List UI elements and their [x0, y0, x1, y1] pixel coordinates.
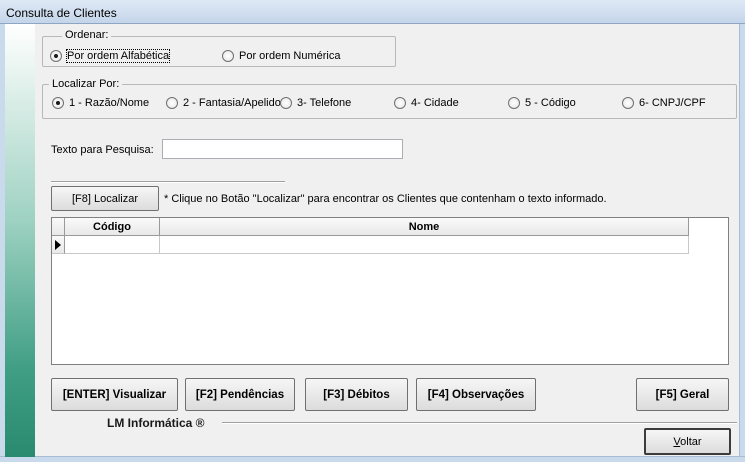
debitos-button[interactable]: [F3] Débitos	[305, 378, 408, 411]
grid-header: Código Nome	[52, 218, 689, 236]
radio-cnpj-cpf[interactable]: 6- CNPJ/CPF	[622, 97, 706, 109]
radio-telefone[interactable]: 3- Telefone	[280, 97, 351, 109]
search-input[interactable]	[162, 139, 403, 159]
voltar-label: Voltar	[673, 436, 701, 448]
radio-fantasia-apelido[interactable]: 2 - Fantasia/Apelido	[166, 97, 281, 109]
cell-codigo[interactable]	[65, 236, 160, 254]
radio-label: 3- Telefone	[297, 97, 352, 109]
radio-dot-icon	[52, 97, 64, 109]
radio-cidade[interactable]: 4- Cidade	[394, 97, 459, 109]
radio-label: 1 - Razão/Nome	[69, 97, 150, 109]
window-frame-right	[739, 24, 745, 462]
footer-separator	[222, 422, 737, 424]
row-indicator	[52, 236, 65, 254]
brand-label: LM Informática ®	[107, 416, 205, 430]
table-row[interactable]	[52, 236, 689, 254]
radio-dot-icon	[166, 97, 178, 109]
decorative-sidebar	[5, 24, 35, 457]
pendencias-button[interactable]: [F2] Pendências	[185, 378, 295, 411]
observacoes-button[interactable]: [F4] Observações	[416, 378, 536, 411]
radio-label: Por ordem Numérica	[239, 50, 341, 62]
cell-nome[interactable]	[160, 236, 689, 254]
radio-label: 5 - Código	[525, 97, 576, 109]
radio-codigo[interactable]: 5 - Código	[508, 97, 576, 109]
geral-button[interactable]: [F5] Geral	[636, 378, 729, 411]
radio-dot-icon	[508, 97, 520, 109]
radio-dot-icon	[622, 97, 634, 109]
radio-razao-nome[interactable]: 1 - Razão/Nome	[52, 97, 149, 109]
radio-label: 4- Cidade	[411, 97, 459, 109]
window-titlebar: Consulta de Clientes	[0, 0, 745, 24]
clientes-grid[interactable]: Código Nome	[51, 217, 729, 365]
radio-ordem-alfabetica[interactable]: Por ordem Alfabética	[50, 49, 171, 63]
localizar-por-legend: Localizar Por:	[49, 78, 123, 90]
radio-dot-icon	[280, 97, 292, 109]
search-label: Texto para Pesquisa:	[51, 144, 154, 156]
radio-ordem-numerica[interactable]: Por ordem Numérica	[222, 50, 340, 62]
column-header-nome[interactable]: Nome	[160, 218, 689, 236]
visualizar-button[interactable]: [ENTER] Visualizar	[51, 378, 178, 411]
radio-label: 6- CNPJ/CPF	[639, 97, 706, 109]
radio-label: 2 - Fantasia/Apelido	[183, 97, 281, 109]
voltar-label-rest: oltar	[680, 435, 702, 448]
window-frame-bottom	[0, 456, 745, 462]
radio-dot-icon	[50, 50, 62, 62]
row-pointer-icon	[55, 239, 61, 250]
window-title: Consulta de Clientes	[6, 6, 117, 20]
localizar-button[interactable]: [F8] Localizar	[51, 186, 159, 211]
ordenar-legend: Ordenar:	[62, 29, 112, 41]
grid-indicator-header	[52, 218, 65, 236]
search-separator	[51, 181, 285, 183]
localizar-hint: * Clique no Botão "Localizar" para encon…	[164, 193, 607, 205]
radio-label: Por ordem Alfabética	[65, 49, 171, 63]
voltar-button[interactable]: Voltar	[644, 428, 731, 455]
column-header-codigo[interactable]: Código	[65, 218, 160, 236]
radio-dot-icon	[394, 97, 406, 109]
radio-dot-icon	[222, 50, 234, 62]
